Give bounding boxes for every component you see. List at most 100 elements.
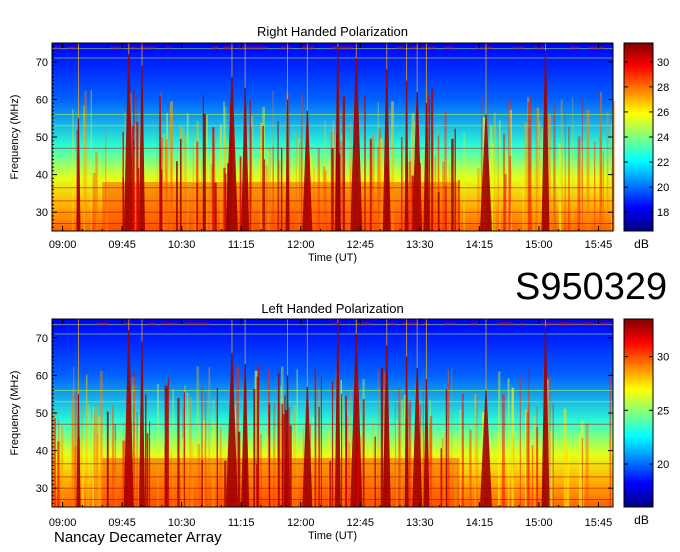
- background-streak: [492, 142, 494, 231]
- plot-title: Left Handed Polarization: [261, 301, 403, 316]
- background-streak: [552, 402, 554, 507]
- background-streak: [493, 112, 496, 231]
- background-streak: [519, 376, 521, 507]
- background-streak: [81, 440, 85, 507]
- colorbar-tick-label: 20: [657, 459, 669, 471]
- background-streak: [581, 163, 583, 231]
- background-streak: [509, 156, 512, 231]
- y-tick-label: 40: [36, 170, 48, 182]
- background-streak: [524, 122, 528, 231]
- background-streak: [564, 113, 566, 231]
- background-streak: [577, 136, 581, 231]
- background-streak: [533, 415, 536, 507]
- background-streak: [606, 111, 609, 231]
- colorbar-label: dB: [634, 237, 649, 251]
- x-tick-label: 13:30: [406, 239, 434, 251]
- background-streak: [58, 419, 60, 507]
- background-streak: [594, 141, 596, 231]
- background-streak: [95, 152, 98, 231]
- colorbar-tick-label: 25: [657, 405, 669, 417]
- colorbar-tick-label: 30: [657, 352, 669, 364]
- background-streak: [476, 396, 478, 507]
- background-streak: [497, 432, 500, 507]
- x-tick-label: 12:00: [287, 517, 315, 529]
- y-tick-label: 30: [36, 207, 48, 219]
- background-streak: [572, 97, 574, 231]
- x-tick-label: 11:15: [228, 517, 255, 529]
- background-streak: [461, 393, 464, 507]
- x-tick-label: 12:45: [347, 517, 375, 529]
- background-streak: [463, 132, 466, 231]
- y-tick-label: 50: [36, 132, 48, 144]
- background-streak: [60, 425, 64, 507]
- colorbar-tick-label: 26: [657, 107, 669, 119]
- y-axis-label: Frequency (MHz): [9, 95, 21, 180]
- y-tick-label: 70: [36, 57, 48, 69]
- background-streak: [502, 394, 505, 507]
- background-streak: [522, 164, 525, 231]
- x-tick-label: 15:45: [585, 239, 613, 251]
- plot-title: Right Handed Polarization: [257, 24, 408, 39]
- background-streak: [533, 168, 536, 231]
- x-tick-label: 12:00: [287, 239, 315, 251]
- background-streak: [90, 90, 92, 231]
- x-tick-label: 15:00: [525, 517, 553, 529]
- background-streak: [85, 374, 88, 507]
- background-streak: [586, 110, 590, 231]
- y-tick-label: 50: [36, 408, 48, 420]
- colorbar-tick-label: 22: [657, 157, 669, 169]
- y-tick-label: 70: [36, 333, 48, 345]
- background-streak: [504, 173, 507, 231]
- y-tick-label: 60: [36, 370, 48, 382]
- background-streak: [585, 423, 589, 507]
- y-tick-label: 30: [36, 483, 48, 495]
- y-tick-label: 40: [36, 446, 48, 458]
- background-streak: [602, 151, 604, 231]
- x-tick-label: 09:00: [49, 239, 77, 251]
- background-streak: [568, 126, 570, 231]
- x-tick-label: 15:45: [585, 517, 613, 529]
- background-streak: [92, 172, 96, 231]
- background-streak: [97, 415, 99, 507]
- background-streak: [566, 449, 570, 507]
- background-streak: [469, 429, 472, 507]
- colorbar-tick-label: 28: [657, 82, 669, 94]
- background-streak: [531, 445, 534, 507]
- background-streak: [527, 368, 531, 507]
- background-streak: [477, 168, 480, 231]
- background-streak: [72, 109, 74, 231]
- x-axis-label: Time (UT): [308, 530, 357, 542]
- background-streak: [499, 120, 501, 231]
- colorbar: [623, 42, 654, 232]
- background-streak: [92, 406, 95, 507]
- y-axis-label: Frequency (MHz): [9, 371, 21, 456]
- background-streak: [581, 437, 583, 507]
- background-streak: [87, 404, 91, 507]
- x-tick-label: 14:15: [466, 517, 494, 529]
- x-tick-label: 11:15: [228, 239, 255, 251]
- colorbar-tick-label: 24: [657, 132, 669, 144]
- background-streak: [71, 404, 73, 507]
- background-streak: [609, 375, 612, 507]
- x-tick-label: 09:45: [108, 239, 136, 251]
- background-streak: [560, 99, 563, 231]
- colorbar-tick-label: 20: [657, 182, 669, 194]
- x-tick-label: 15:00: [525, 239, 553, 251]
- background-streak: [54, 418, 56, 507]
- background-streak: [94, 406, 98, 507]
- x-tick-label: 13:30: [406, 517, 434, 529]
- x-tick-label: 12:45: [347, 239, 375, 251]
- colorbar-label: dB: [634, 513, 649, 527]
- x-tick-label: 09:00: [49, 517, 77, 529]
- background-streak: [578, 433, 582, 507]
- colorbar-tick-label: 30: [657, 57, 669, 69]
- x-tick-label: 10:30: [168, 239, 196, 251]
- colorbar: [623, 318, 654, 508]
- background-streak: [529, 95, 532, 231]
- background-streak: [538, 122, 541, 231]
- x-tick-label: 09:45: [108, 517, 136, 529]
- x-tick-label: 14:15: [466, 239, 494, 251]
- background-streak: [563, 408, 567, 507]
- x-axis-label: Time (UT): [308, 252, 357, 264]
- background-streak: [474, 394, 477, 507]
